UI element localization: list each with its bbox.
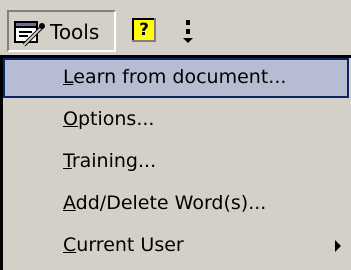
menu-item-text: raining...: [71, 150, 157, 172]
tools-label: Tools: [50, 20, 100, 44]
menu-item-label: Learn from document...: [63, 66, 286, 88]
help-button[interactable]: ?: [128, 15, 162, 47]
speech-language-bar: Tools ? Learn from document... Options...…: [0, 0, 351, 270]
menu-item-label: Options...: [63, 108, 154, 130]
menu-item-label: Current User: [63, 234, 184, 256]
menu-item-training[interactable]: Training...: [3, 142, 351, 182]
help-icon: ?: [132, 18, 156, 42]
menu-item-text: ptions...: [77, 108, 155, 130]
menu-item-text: earn from document...: [73, 66, 287, 88]
menu-item-add-delete-words[interactable]: Add/Delete Word(s)...: [3, 184, 351, 224]
menu-item-accelerator: O: [63, 108, 78, 130]
menu-item-text: urrent User: [76, 234, 184, 256]
menu-item-options[interactable]: Options...: [3, 100, 351, 140]
submenu-arrow-icon: [335, 240, 341, 252]
menu-item-accelerator: A: [63, 192, 76, 214]
menu-item-text: dd/Delete Word(s)...: [75, 192, 267, 214]
tools-icon: [14, 21, 45, 47]
tools-menu: Learn from document... Options... Training…: [0, 55, 351, 270]
menu-item-current-user[interactable]: Current User: [3, 226, 351, 266]
language-bar-toolbar: Tools ?: [0, 0, 351, 58]
menu-item-learn-from-document[interactable]: Learn from document...: [3, 58, 351, 98]
tools-button[interactable]: Tools: [7, 10, 116, 52]
menu-item-accelerator: C: [63, 234, 77, 256]
menu-item-label: Training...: [63, 150, 156, 172]
toolbar-options-button[interactable]: [178, 18, 200, 48]
menu-item-accelerator: T: [63, 150, 72, 172]
menu-item-label: Add/Delete Word(s)...: [63, 192, 266, 214]
menu-item-accelerator: L: [63, 66, 74, 88]
